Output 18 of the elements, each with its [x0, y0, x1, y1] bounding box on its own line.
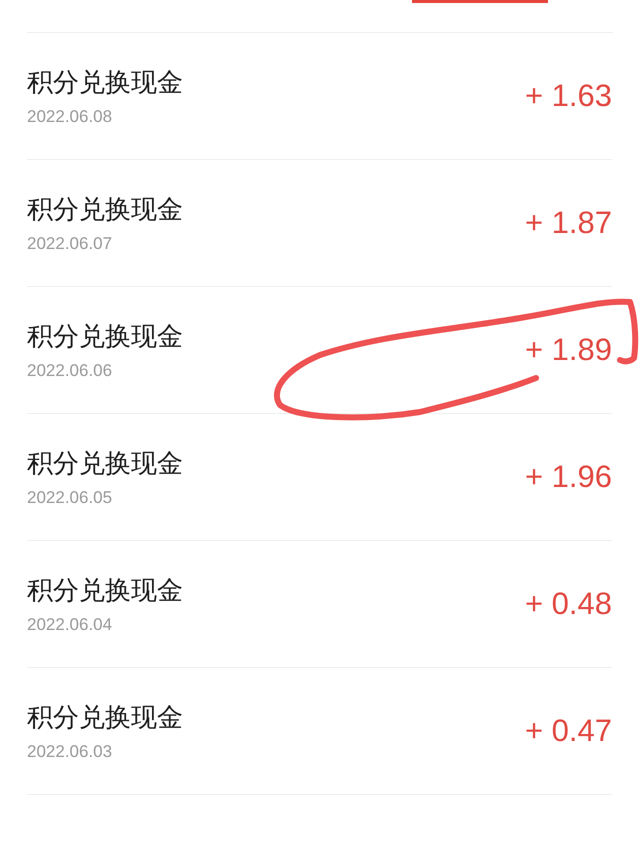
- record-title: 积分兑换现金: [27, 194, 183, 226]
- record-title: 积分兑换现金: [27, 575, 183, 607]
- record-date: 2022.06.04: [27, 615, 114, 635]
- record-title: 积分兑换现金: [27, 321, 183, 353]
- record-title: 积分兑换现金: [27, 448, 183, 480]
- record-amount: + 1.96: [524, 459, 612, 495]
- record-title: 积分兑换现金: [27, 67, 183, 99]
- record-amount: + 0.47: [524, 713, 612, 749]
- record-title: 积分兑换现金: [27, 702, 183, 734]
- record-date: 2022.06.08: [27, 107, 114, 127]
- record-date: 2022.06.07: [27, 234, 114, 254]
- record-amount: + 1.63: [524, 78, 612, 114]
- record-amount: + 0.48: [524, 586, 612, 622]
- record-date: 2022.06.06: [27, 361, 114, 381]
- record-amount: + 1.87: [524, 205, 612, 241]
- record-date: 2022.06.03: [27, 742, 114, 762]
- record-amount: + 1.89: [524, 332, 612, 368]
- record-date: 2022.06.05: [27, 488, 114, 508]
